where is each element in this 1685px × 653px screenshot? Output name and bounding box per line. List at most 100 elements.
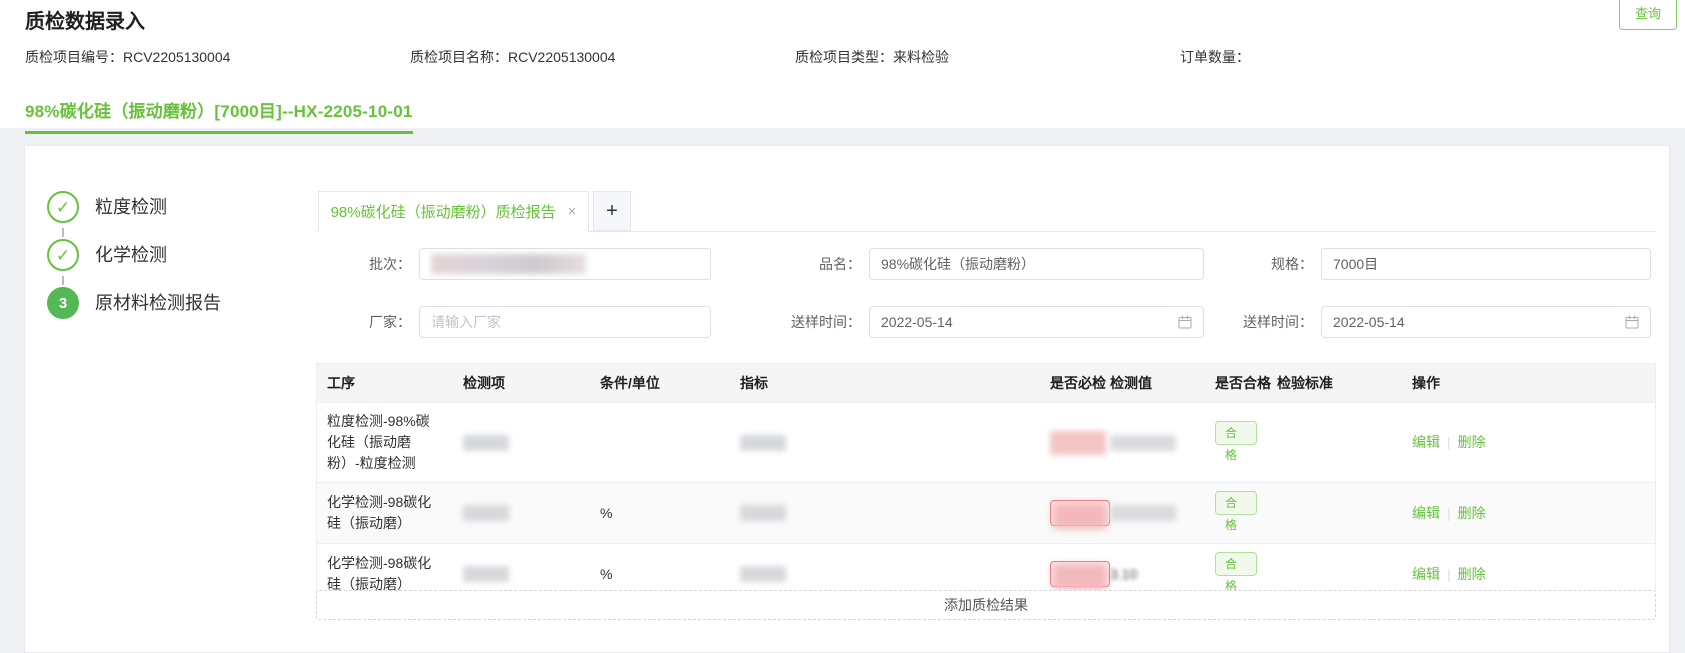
query-button[interactable]: 查询: [1619, 0, 1677, 30]
partially-redacted-value: 3.10: [1110, 564, 1137, 585]
factory-label: 厂家：: [316, 306, 411, 338]
col-qualified: 是否合格: [1205, 364, 1267, 403]
sample-time-1-value: 2022-05-14: [881, 314, 953, 330]
col-condition-unit: 条件/单位: [590, 364, 730, 403]
report-content: 98%碳化硅（振动磨粉）质检报告 × + 批次： 品名： 规格： 厂家： 送样时…: [316, 146, 1656, 646]
delete-link[interactable]: 删除: [1458, 566, 1486, 582]
edit-link[interactable]: 编辑: [1412, 434, 1440, 450]
step3-number-icon: 3: [47, 287, 79, 319]
cell-indicator: [730, 403, 1040, 483]
redacted-value: [740, 435, 786, 451]
spec-label: 规格：: [1195, 248, 1313, 280]
cell-inspection-item: [453, 403, 590, 483]
table-row: 化学检测-98碳化硅（振动磨） % 合格 编辑|删除: [317, 483, 1655, 544]
steps-sidebar: ✓ 粒度检测 ✓ 化学检测 3 原材料检测报告: [25, 146, 315, 546]
report-form: 批次： 品名： 规格： 厂家： 送样时间： 2022-05-14 送样时间： 2…: [316, 232, 1656, 362]
main-card: ✓ 粒度检测 ✓ 化学检测 3 原材料检测报告 98%碳化硅（振动磨粉）质检报告…: [24, 145, 1670, 653]
sample-time-1-input[interactable]: 2022-05-14: [869, 306, 1204, 338]
check-icon: ✓: [56, 199, 70, 216]
info-label: 质检项目类型：: [795, 49, 893, 65]
info-label: 订单数量：: [1180, 49, 1250, 65]
step-number: 3: [59, 296, 67, 311]
report-tabs-bar: 98%碳化硅（振动磨粉）质检报告 × +: [316, 191, 1656, 232]
product-name-label: 品名：: [736, 248, 861, 280]
table-header-row: 工序 检测项 条件/单位 指标 是否必检 检测值 是否合格 检验标准 操作: [317, 364, 1655, 403]
add-result-button[interactable]: 添加质检结果: [316, 590, 1656, 620]
cell-standard: [1267, 483, 1402, 544]
redacted-value: [463, 435, 509, 451]
calendar-icon: [1625, 315, 1639, 329]
info-project-code: 质检项目编号：RCV2205130004: [25, 47, 410, 67]
page-title: 质检数据录入: [25, 5, 145, 34]
cell-qualified: 合格: [1205, 483, 1267, 544]
redacted-value: [740, 505, 786, 521]
action-separator: |: [1447, 434, 1451, 450]
step-item-granularity[interactable]: 粒度检测: [95, 191, 167, 223]
delete-link[interactable]: 删除: [1458, 505, 1486, 521]
batch-input[interactable]: [419, 248, 711, 280]
step-connector: [62, 276, 64, 285]
material-tab-active[interactable]: 98%碳化硅（振动磨粉）[7000目]--HX-2205-10-01: [25, 97, 413, 134]
spec-input[interactable]: [1321, 248, 1651, 280]
qualified-badge: 合格: [1215, 491, 1257, 515]
cell-detected-value: [1100, 483, 1205, 544]
redacted-value: [463, 505, 509, 521]
step1-check-icon: ✓: [47, 191, 79, 223]
add-tab-button[interactable]: +: [593, 191, 631, 231]
info-order-quantity: 订单数量：: [1180, 47, 1565, 67]
info-project-name: 质检项目名称：RCV2205130004: [410, 47, 795, 67]
cell-indicator: [730, 483, 1040, 544]
step-item-raw-material-report[interactable]: 原材料检测报告: [95, 287, 221, 319]
edit-link[interactable]: 编辑: [1412, 505, 1440, 521]
col-process: 工序: [317, 364, 453, 403]
redacted-required-tag: [1050, 500, 1110, 526]
col-indicator: 指标: [730, 364, 1040, 403]
report-tab-label: 98%碳化硅（振动磨粉）质检报告: [331, 201, 556, 222]
sample-time-2-value: 2022-05-14: [1333, 314, 1405, 330]
info-value: RCV2205130004: [508, 49, 615, 65]
sample-time-2-label: 送样时间：: [1195, 306, 1313, 338]
table-row: 粒度检测-98%碳化硅（振动磨粉）-粒度检测 合格 编辑|删除: [317, 403, 1655, 483]
product-name-input[interactable]: [869, 248, 1204, 280]
col-standard: 检验标准: [1267, 364, 1402, 403]
cell-standard: [1267, 403, 1402, 483]
col-inspection-item: 检测项: [453, 364, 590, 403]
qc-results-table: 工序 检测项 条件/单位 指标 是否必检 检测值 是否合格 检验标准 操作 粒度…: [316, 363, 1656, 605]
delete-link[interactable]: 删除: [1458, 434, 1486, 450]
sample-time-2-input[interactable]: 2022-05-14: [1321, 306, 1651, 338]
plus-icon: +: [606, 200, 618, 223]
close-icon[interactable]: ×: [568, 204, 577, 219]
page-header: 质检数据录入 查询 质检项目编号：RCV2205130004 质检项目名称：RC…: [0, 0, 1685, 128]
redacted-value: [1110, 435, 1176, 451]
cell-qualified: 合格: [1205, 403, 1267, 483]
calendar-icon: [1178, 315, 1192, 329]
redacted-value: [740, 566, 786, 582]
batch-value-redacted: [431, 254, 586, 274]
project-info-row: 质检项目编号：RCV2205130004 质检项目名称：RCV220513000…: [25, 47, 1565, 67]
material-tabs: 98%碳化硅（振动磨粉）[7000目]--HX-2205-10-01: [25, 97, 413, 134]
batch-label: 批次：: [316, 248, 411, 280]
edit-link[interactable]: 编辑: [1412, 566, 1440, 582]
action-separator: |: [1447, 566, 1451, 582]
redacted-required-flag: [1050, 431, 1106, 455]
info-label: 质检项目名称：: [410, 49, 508, 65]
cell-condition-unit: %: [590, 483, 730, 544]
report-tab-active[interactable]: 98%碳化硅（振动磨粉）质检报告 ×: [318, 191, 589, 232]
step-item-chemical[interactable]: 化学检测: [95, 239, 167, 271]
qualified-badge: 合格: [1215, 552, 1257, 576]
col-actions: 操作: [1402, 364, 1655, 403]
step2-check-icon: ✓: [47, 239, 79, 271]
factory-input[interactable]: [419, 306, 711, 338]
action-separator: |: [1447, 505, 1451, 521]
info-value: RCV2205130004: [123, 49, 230, 65]
cell-required: [1040, 403, 1100, 483]
redacted-value: [1110, 505, 1176, 521]
col-required: 是否必检: [1040, 364, 1100, 403]
check-icon: ✓: [56, 247, 70, 264]
cell-required: [1040, 483, 1100, 544]
sample-time-1-label: 送样时间：: [736, 306, 861, 338]
cell-detected-value: [1100, 403, 1205, 483]
info-label: 质检项目编号：: [25, 49, 123, 65]
qualified-badge: 合格: [1215, 421, 1257, 445]
redacted-value: [463, 566, 509, 582]
